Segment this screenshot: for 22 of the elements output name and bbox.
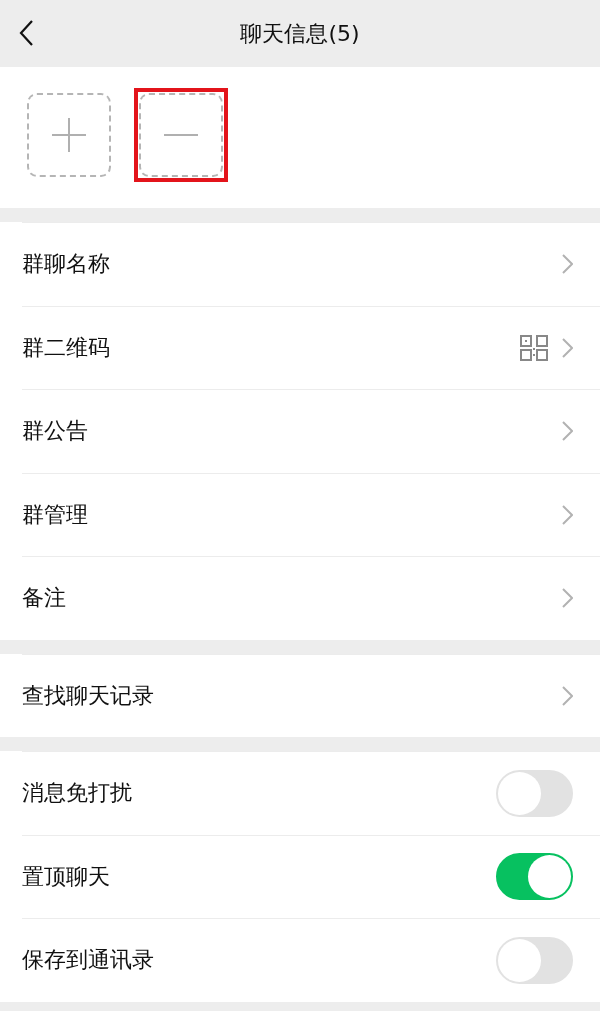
toggle-switch[interactable] bbox=[496, 853, 573, 901]
qr-code-icon bbox=[520, 334, 548, 361]
setting-label: 群管理 bbox=[22, 500, 89, 529]
add-member-button[interactable] bbox=[27, 93, 111, 177]
back-icon[interactable] bbox=[18, 19, 34, 47]
chevron-right-icon[interactable] bbox=[562, 685, 573, 706]
setting-label: 群聊名称 bbox=[22, 250, 111, 279]
chevron-right-icon[interactable] bbox=[562, 504, 573, 525]
setting-label: 保存到通讯录 bbox=[22, 946, 155, 975]
setting-label: 置顶聊天 bbox=[22, 862, 111, 891]
chevron-right-icon[interactable] bbox=[562, 254, 573, 275]
chevron-right-icon[interactable] bbox=[562, 421, 573, 442]
setting-label: 群公告 bbox=[22, 417, 89, 446]
page-title: 聊天信息(5) bbox=[240, 19, 360, 48]
minus-icon bbox=[164, 134, 198, 136]
setting-label: 消息免打扰 bbox=[22, 779, 133, 808]
setting-label: 备注 bbox=[22, 584, 67, 613]
chevron-right-icon[interactable] bbox=[562, 337, 573, 358]
chevron-right-icon[interactable] bbox=[562, 588, 573, 609]
setting-label: 群二维码 bbox=[22, 333, 111, 362]
plus-icon bbox=[52, 118, 86, 152]
setting-label: 查找聊天记录 bbox=[22, 681, 155, 710]
